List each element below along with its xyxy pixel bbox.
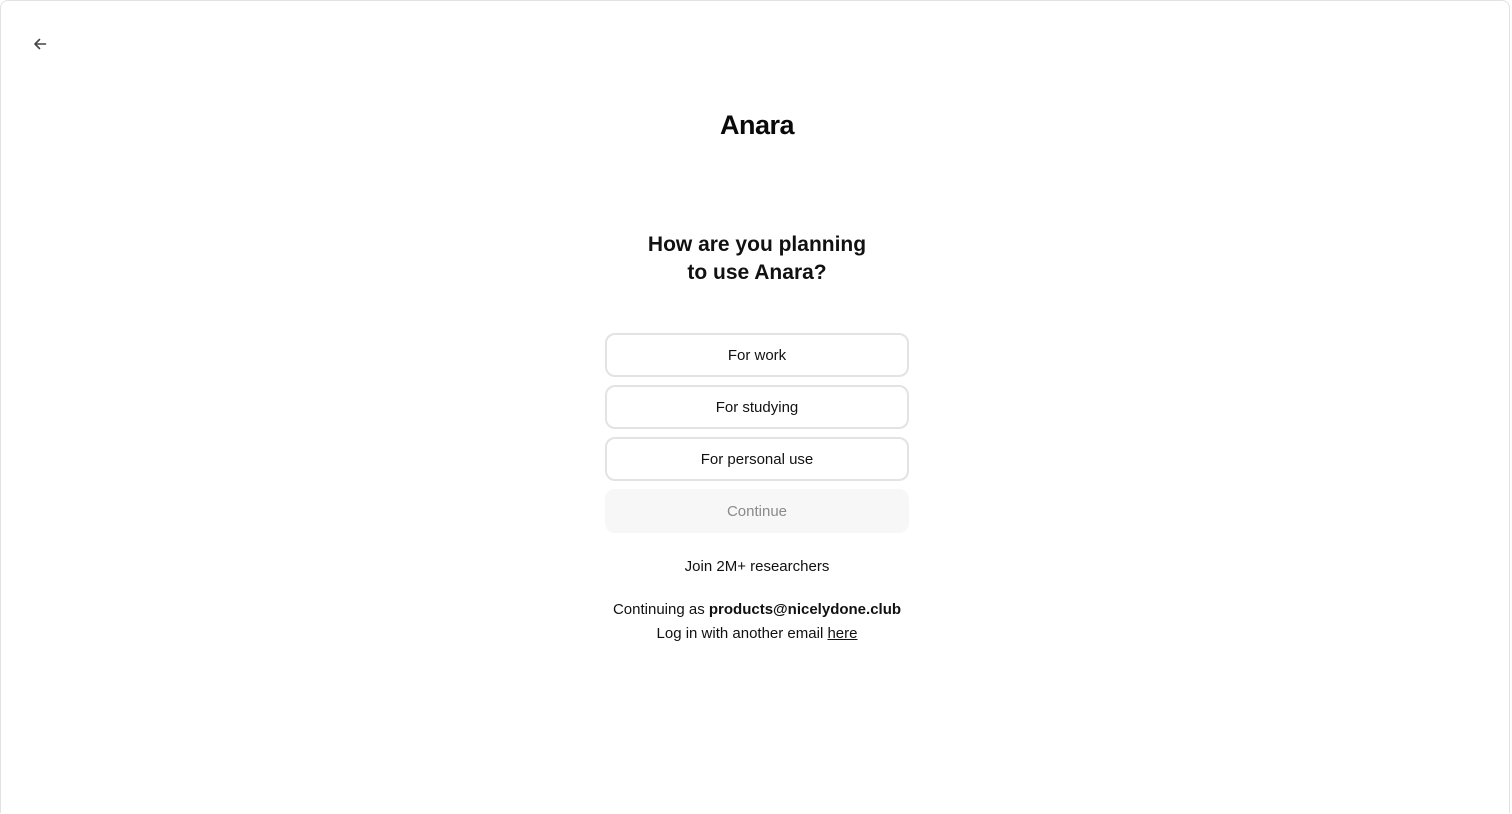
app-window: Anara How are you planning to use Anara?…	[0, 0, 1510, 813]
switch-account-label: Log in with another email	[656, 625, 824, 642]
continue-button[interactable]: Continue	[605, 489, 909, 533]
social-proof-text: Join 2M+ researchers	[684, 558, 830, 575]
switch-account-line: Log in with another email here	[1, 622, 1512, 646]
option-for-personal-use[interactable]: For personal use	[605, 437, 909, 481]
arrow-left-icon	[33, 37, 47, 51]
page-title: How are you planning to use Anara?	[1, 231, 1512, 287]
account-info: Continuing as products@nicelydone.club L…	[1, 598, 1512, 646]
account-email: products@nicelydone.club	[708, 601, 902, 618]
option-for-studying[interactable]: For studying	[605, 385, 909, 429]
app-logo: Anara	[719, 110, 795, 140]
continuing-as-line: Continuing as products@nicelydone.club	[1, 598, 1512, 622]
continuing-as-label: Continuing as	[612, 601, 705, 618]
back-button[interactable]	[27, 31, 53, 57]
option-for-work[interactable]: For work	[605, 333, 909, 377]
page-title-line-1: How are you planning	[647, 233, 867, 256]
usage-options: For work For studying For personal use C…	[605, 333, 909, 533]
switch-account-link[interactable]: here	[827, 625, 857, 642]
page-title-line-2: to use Anara?	[687, 261, 827, 284]
